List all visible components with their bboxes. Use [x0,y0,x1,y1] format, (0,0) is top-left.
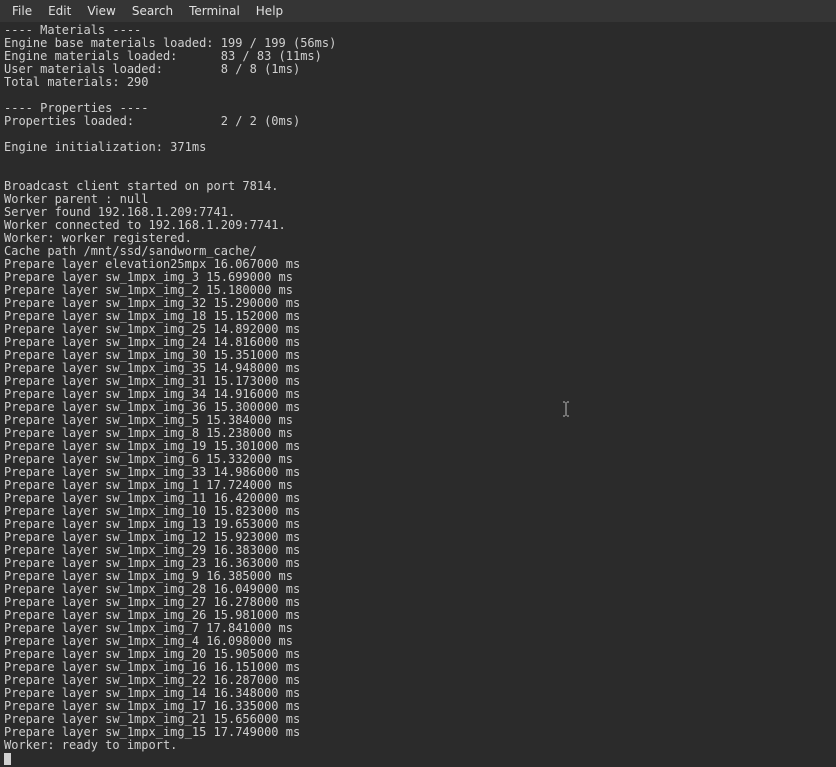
menu-file[interactable]: File [4,2,40,20]
menu-terminal[interactable]: Terminal [181,2,248,20]
menu-search[interactable]: Search [124,2,181,20]
menu-help[interactable]: Help [248,2,291,20]
menu-edit[interactable]: Edit [40,2,79,20]
terminal-prompt-line[interactable] [4,752,832,765]
menu-view[interactable]: View [79,2,123,20]
menubar: File Edit View Search Terminal Help [0,0,836,22]
terminal-line: Worker: ready to import. [4,739,832,752]
terminal-line: Properties loaded: 2 / 2 (0ms) [4,115,832,128]
terminal-line: Total materials: 290 [4,76,832,89]
block-cursor-icon [4,753,11,765]
terminal-line [4,154,832,167]
terminal-line: Engine initialization: 371ms [4,141,832,154]
terminal-output[interactable]: ---- Materials ----Engine base materials… [0,22,836,767]
